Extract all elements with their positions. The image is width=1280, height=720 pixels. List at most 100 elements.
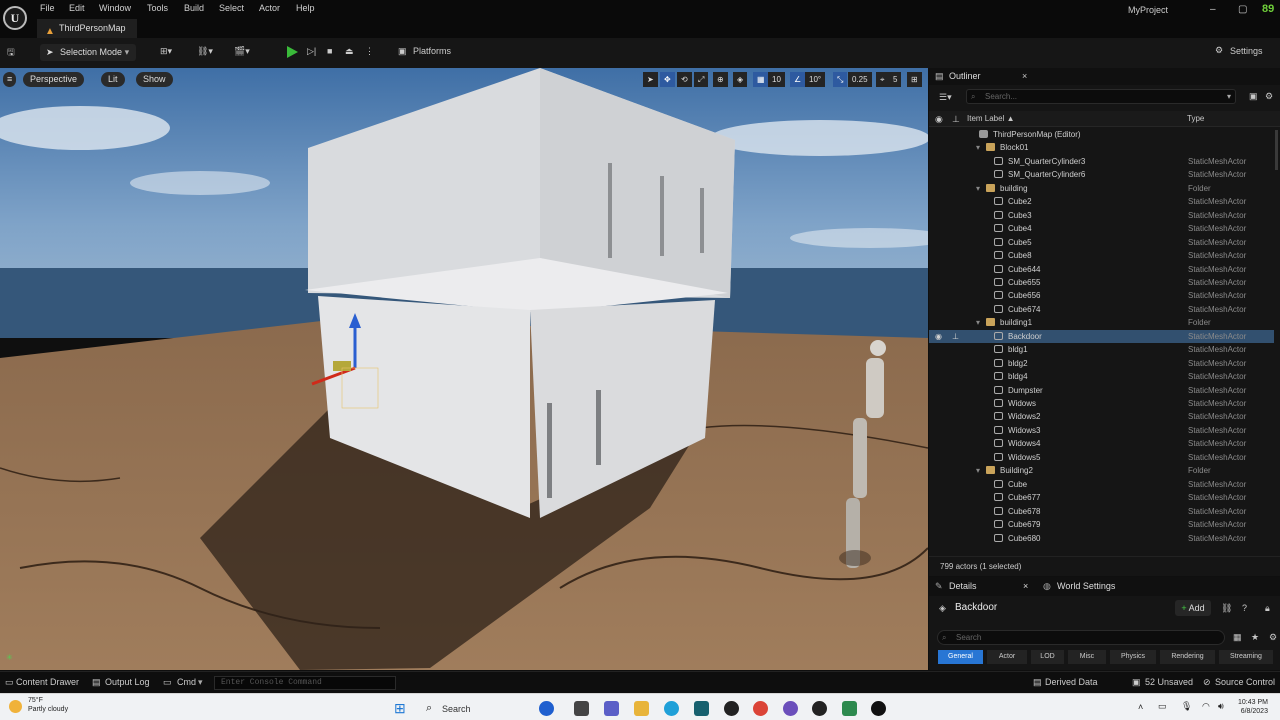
filter-lod[interactable]: LOD xyxy=(1031,650,1064,664)
outliner-row[interactable]: Widows4 StaticMeshActor xyxy=(929,437,1274,450)
filter-rendering[interactable]: Rendering xyxy=(1160,650,1215,664)
weather-widget[interactable]: 75°F Partly cloudy xyxy=(28,696,68,714)
outliner-row[interactable]: ◉ ⊥ Backdoor StaticMeshActor xyxy=(929,329,1274,343)
expand-arrow-icon[interactable]: ▾ xyxy=(976,141,980,154)
outliner-tab[interactable]: ▤ Outliner × xyxy=(929,68,1280,85)
details-tab[interactable]: Details xyxy=(949,577,977,596)
meet-icon[interactable] xyxy=(604,701,619,716)
menu-file[interactable]: File xyxy=(40,3,55,13)
outliner-row[interactable]: SM_QuarterCylinder6 StaticMeshActor xyxy=(929,168,1274,181)
viewport-scene[interactable]: ✳ xyxy=(0,68,928,670)
settings-dropdown[interactable]: Settings xyxy=(1230,46,1263,56)
chevron-up-icon[interactable]: ˄ xyxy=(1138,702,1143,712)
outliner-row[interactable]: Cube2 StaticMeshActor xyxy=(929,195,1274,208)
menu-select[interactable]: Select xyxy=(219,3,244,13)
filter-misc[interactable]: Misc xyxy=(1068,650,1106,664)
rotation-snap-value[interactable]: 10° xyxy=(805,72,826,87)
blueprint-icon[interactable]: ⛓ xyxy=(1221,603,1232,614)
teams-icon[interactable] xyxy=(539,701,554,716)
show-button[interactable]: Show xyxy=(136,72,173,87)
scale-snap-icon[interactable]: ⤡ xyxy=(833,72,848,87)
step-icon[interactable]: ▷| xyxy=(307,46,316,57)
taskbar-clock[interactable]: 10:43 PM 6/8/2023 xyxy=(1238,698,1268,716)
save-icon[interactable]: 🖫 xyxy=(7,45,15,61)
outliner-row[interactable]: Cube674 StaticMeshActor xyxy=(929,303,1274,316)
outliner-row[interactable]: Cube4 StaticMeshActor xyxy=(929,222,1274,235)
task-view-icon[interactable] xyxy=(574,701,589,716)
minimize-icon[interactable]: – xyxy=(1210,4,1216,15)
pin-icon[interactable]: ⊥ xyxy=(952,330,959,343)
details-search-input[interactable]: ⌕ Search xyxy=(937,630,1225,645)
gear-icon[interactable]: ⚙ xyxy=(1269,632,1277,643)
menu-actor[interactable]: Actor xyxy=(259,3,280,13)
help-icon[interactable]: ? xyxy=(1242,603,1247,613)
selection-mode-dropdown[interactable]: ➤ Selection Mode ▾ xyxy=(40,44,136,61)
item-label-column-header[interactable]: Item Label ▲ xyxy=(967,114,1015,123)
close-icon[interactable]: × xyxy=(1022,71,1027,81)
outliner-row[interactable]: Cube677 StaticMeshActor xyxy=(929,491,1274,504)
store-icon[interactable] xyxy=(694,701,709,716)
actor-name[interactable]: Backdoor xyxy=(955,602,997,613)
filter-actor[interactable]: Actor xyxy=(987,650,1027,664)
filter-icon[interactable]: ☰▾ xyxy=(939,92,952,103)
add-actor-icon[interactable]: ⊞▾ xyxy=(160,46,172,57)
add-folder-icon[interactable]: ▣ xyxy=(1249,91,1258,102)
outliner-folder-row[interactable]: ▾ Building2 Folder xyxy=(929,464,1274,477)
outliner-folder-row[interactable]: ▾ building Folder xyxy=(929,182,1274,195)
outliner-row[interactable]: Widows2 StaticMeshActor xyxy=(929,410,1274,423)
weather-icon[interactable] xyxy=(9,700,22,713)
outliner-row[interactable]: Widows3 StaticMeshActor xyxy=(929,424,1274,437)
camera-speed-icon[interactable]: ⌖ xyxy=(876,72,889,87)
grid-snap-value[interactable]: 10 xyxy=(768,72,785,87)
expand-arrow-icon[interactable]: ▾ xyxy=(976,464,980,477)
type-column-header[interactable]: Type xyxy=(1187,114,1204,123)
microphone-icon[interactable]: 🎙︎ xyxy=(1181,701,1192,712)
outliner-row[interactable]: ThirdPersonMap (Editor) xyxy=(929,128,1274,141)
surface-snap-icon[interactable]: ◈ xyxy=(733,72,748,87)
menu-window[interactable]: Window xyxy=(99,3,131,13)
viewport-menu-icon[interactable]: ≡ xyxy=(3,72,17,87)
stop-icon[interactable]: ■ xyxy=(327,46,332,56)
outliner-row[interactable]: SM_QuarterCylinder3 StaticMeshActor xyxy=(929,155,1274,168)
gear-icon[interactable]: ⚙ xyxy=(1265,91,1273,102)
filter-general[interactable]: General xyxy=(938,650,983,664)
source-control-button[interactable]: Source Control xyxy=(1215,677,1275,687)
edge-icon[interactable] xyxy=(664,701,679,716)
outliner-search-input[interactable]: ⌕ Search... ▾ xyxy=(966,89,1236,104)
outliner-row[interactable]: bldg2 StaticMeshActor xyxy=(929,357,1274,370)
visibility-icon[interactable]: ◉ xyxy=(935,330,942,343)
outliner-row[interactable]: Widows StaticMeshActor xyxy=(929,397,1274,410)
grid-view-icon[interactable]: ▦ xyxy=(1233,632,1242,643)
outliner-row[interactable]: Cube8 StaticMeshActor xyxy=(929,249,1274,262)
play-icon[interactable] xyxy=(287,46,298,58)
outliner-row[interactable]: bldg1 StaticMeshActor xyxy=(929,343,1274,356)
outliner-row[interactable]: Cube679 StaticMeshActor xyxy=(929,518,1274,531)
world-settings-tab[interactable]: World Settings xyxy=(1057,577,1115,596)
star-icon[interactable]: ★ xyxy=(1251,632,1259,643)
map-tab[interactable]: ▲ ThirdPersonMap xyxy=(37,19,137,38)
outliner-row[interactable]: Cube656 StaticMeshActor xyxy=(929,289,1274,302)
lock-icon[interactable]: 🔒︎ xyxy=(1265,603,1270,614)
lit-button[interactable]: Lit xyxy=(101,72,125,87)
outliner-row[interactable]: Cube5 StaticMeshActor xyxy=(929,236,1274,249)
viewport-layout-icon[interactable]: ⊞ xyxy=(907,72,922,87)
outliner-scrollbar[interactable] xyxy=(1275,130,1278,170)
filter-streaming[interactable]: Streaming xyxy=(1219,650,1273,664)
chrome-icon[interactable] xyxy=(753,701,768,716)
outliner-row[interactable]: Widows5 StaticMeshActor xyxy=(929,451,1274,464)
eject-icon[interactable]: ⏏ xyxy=(345,46,354,57)
wifi-icon[interactable]: ◠ xyxy=(1202,701,1210,712)
cmd-dropdown[interactable]: Cmd xyxy=(177,677,196,687)
outliner-row[interactable]: Cube680 StaticMeshActor xyxy=(929,532,1274,545)
grid-snap-icon[interactable]: ▦ xyxy=(753,72,769,87)
maximize-icon[interactable]: ▢ xyxy=(1238,4,1247,15)
outliner-row[interactable]: bldg4 StaticMeshActor xyxy=(929,370,1274,383)
discord-icon[interactable] xyxy=(783,701,798,716)
derived-data-button[interactable]: Derived Data xyxy=(1045,677,1098,687)
outliner-folder-row[interactable]: ▾ building1 Folder xyxy=(929,316,1274,329)
unreal-taskbar-icon[interactable] xyxy=(871,701,886,716)
filter-physics[interactable]: Physics xyxy=(1110,650,1156,664)
rotation-snap-icon[interactable]: ∠ xyxy=(790,72,806,87)
outliner-row[interactable]: Cube StaticMeshActor xyxy=(929,478,1274,491)
windows-start-icon[interactable]: ⊞ xyxy=(394,700,406,717)
